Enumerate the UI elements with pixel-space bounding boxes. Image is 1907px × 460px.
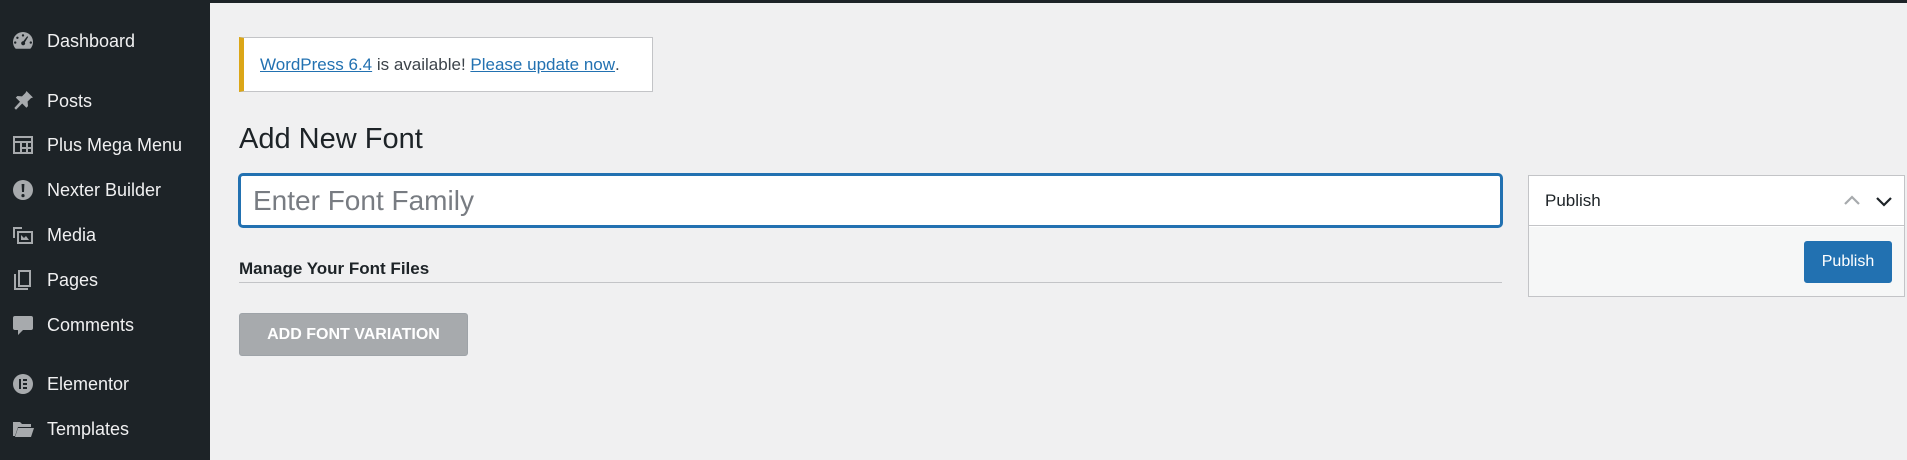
sidebar-item-label: Posts bbox=[47, 90, 93, 111]
divider bbox=[239, 282, 1502, 283]
sidebar-item-label: Media bbox=[47, 224, 97, 245]
sidebar-item-nexter-builder[interactable]: Nexter Builder bbox=[0, 170, 210, 210]
chevron-down-icon bbox=[1876, 197, 1892, 207]
chevron-up-icon bbox=[1844, 195, 1860, 205]
publish-panel: Publish Publish bbox=[1528, 175, 1905, 297]
media-icon bbox=[10, 222, 36, 248]
pin-icon bbox=[10, 88, 36, 114]
toggle-panel-button[interactable] bbox=[1868, 186, 1900, 216]
pages-icon bbox=[10, 267, 36, 293]
sidebar-item-label: Plus Mega Menu bbox=[47, 134, 183, 155]
comment-icon bbox=[10, 312, 36, 338]
elementor-icon bbox=[10, 371, 36, 397]
mega-menu-icon bbox=[10, 132, 36, 158]
sidebar-item-dashboard[interactable]: Dashboard bbox=[0, 21, 210, 61]
sidebar-item-label: Templates bbox=[47, 418, 130, 439]
sidebar-item-pages[interactable]: Pages bbox=[0, 260, 210, 300]
sidebar-item-posts[interactable]: Posts bbox=[0, 81, 210, 121]
publish-heading: Publish bbox=[1545, 190, 1601, 210]
sidebar-item-label: Pages bbox=[47, 269, 99, 290]
sidebar-item-templates[interactable]: Templates bbox=[0, 409, 210, 449]
publish-panel-header: Publish bbox=[1529, 176, 1904, 226]
admin-sidebar: Dashboard Posts Plus Mega Menu Nexter Bu… bbox=[0, 0, 210, 460]
sidebar-item-label: Nexter Builder bbox=[47, 179, 162, 200]
alert-icon bbox=[10, 177, 36, 203]
folder-icon bbox=[10, 416, 36, 442]
sidebar-item-comments[interactable]: Comments bbox=[0, 305, 210, 345]
update-notice: WordPress 6.4 is available! Please updat… bbox=[239, 37, 653, 92]
sidebar-item-label: Comments bbox=[47, 314, 135, 335]
sidebar-item-plus-mega-menu[interactable]: Plus Mega Menu bbox=[0, 125, 210, 165]
dashboard-icon bbox=[10, 28, 36, 54]
publish-button[interactable]: Publish bbox=[1804, 241, 1892, 283]
publish-panel-body: Publish bbox=[1529, 227, 1904, 296]
sidebar-item-label: Elementor bbox=[47, 373, 130, 394]
font-family-input[interactable] bbox=[239, 174, 1502, 227]
add-font-variation-button[interactable]: ADD FONT VARIATION bbox=[239, 313, 468, 356]
main-content: WordPress 6.4 is available! Please updat… bbox=[210, 3, 1907, 460]
sidebar-item-media[interactable]: Media bbox=[0, 215, 210, 255]
notice-end-text: . bbox=[615, 54, 620, 74]
page-title: Add New Font bbox=[239, 123, 423, 155]
move-up-button[interactable] bbox=[1836, 186, 1868, 216]
update-now-link[interactable]: Please update now bbox=[470, 55, 615, 75]
font-files-heading: Manage Your Font Files bbox=[239, 259, 430, 278]
sidebar-item-elementor[interactable]: Elementor bbox=[0, 364, 210, 404]
notice-text: is available! bbox=[372, 54, 471, 74]
wordpress-version-link[interactable]: WordPress 6.4 bbox=[260, 55, 372, 75]
panel-controls bbox=[1836, 186, 1900, 216]
sidebar-item-label: Dashboard bbox=[47, 30, 136, 51]
